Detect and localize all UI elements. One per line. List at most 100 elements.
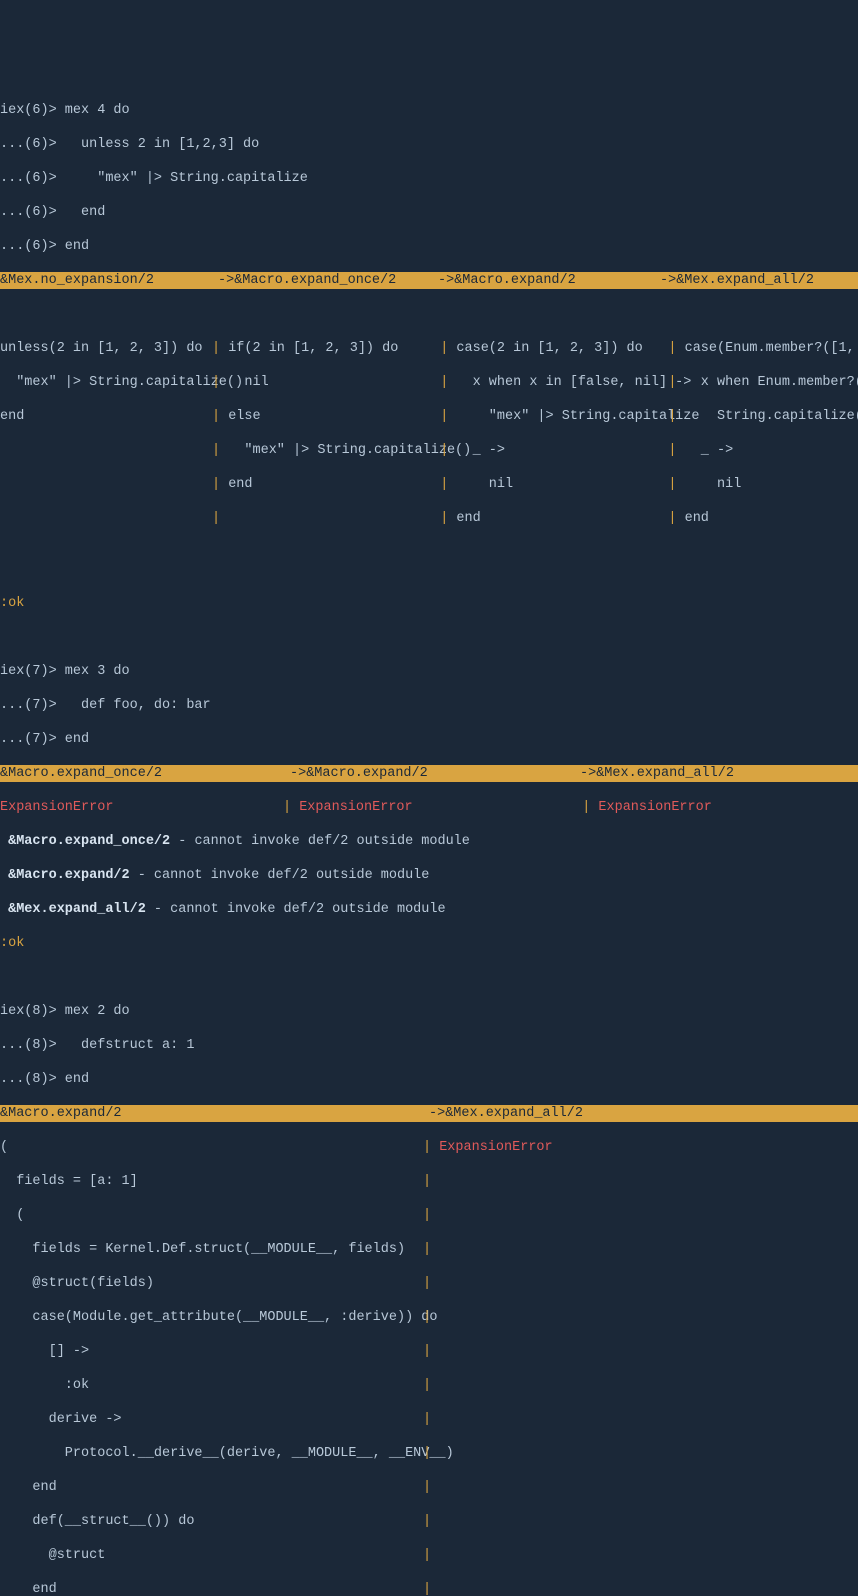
header-col: ->&Mex.expand_all/2	[429, 1105, 583, 1122]
code-cell: end	[228, 476, 440, 493]
column-separator: |	[423, 1446, 431, 1461]
code-cell: Protocol.__derive__(derive, __MODULE__, …	[0, 1445, 423, 1462]
input-line: iex(8)> mex 2 do	[0, 1003, 858, 1020]
column-separator: |	[423, 1242, 431, 1257]
error-source: &Macro.expand/2	[0, 868, 130, 883]
column-separator: |	[440, 409, 456, 424]
column-separator: |	[668, 375, 684, 390]
column-separator: |	[440, 375, 456, 390]
column-separator: |	[668, 443, 684, 458]
code-cell: _ ->	[685, 442, 734, 459]
column-separator: |	[423, 1344, 431, 1359]
code-cell	[228, 510, 440, 527]
ok-result: :ok	[0, 595, 858, 612]
code-cell: if(2 in [1, 2, 3]) do	[228, 340, 440, 357]
code-cell: nil	[456, 476, 668, 493]
code-cell: @struct	[0, 1547, 423, 1564]
expansion-error: ExpansionError	[299, 799, 582, 816]
column-separator: |	[423, 1208, 431, 1223]
error-detail: &Macro.expand/2 - cannot invoke def/2 ou…	[0, 867, 858, 884]
column-separator: |	[283, 800, 299, 815]
column-separator: |	[423, 1514, 431, 1529]
code-cell: nil	[685, 476, 742, 493]
code-cell: fields = Kernel.Def.struct(__MODULE__, f…	[0, 1241, 423, 1258]
code-cell: else	[228, 408, 440, 425]
header-col: ->&Macro.expand/2	[438, 272, 660, 289]
error-message: - cannot invoke def/2 outside module	[170, 834, 470, 849]
header-col: &Macro.expand/2	[0, 1105, 429, 1122]
code-cell: case(Enum.member?([1, 2, 3	[685, 340, 858, 357]
code-cell	[0, 510, 212, 527]
column-separator: |	[423, 1480, 431, 1495]
code-cell: fields = [a: 1]	[0, 1173, 423, 1190]
column-separator: |	[668, 511, 684, 526]
expansion-body: unless(2 in [1, 2, 3]) do| if(2 in [1, 2…	[0, 323, 858, 544]
column-separator: |	[440, 511, 456, 526]
header-col: &Macro.expand_once/2	[0, 765, 290, 782]
column-separator: |	[212, 477, 228, 492]
column-separator: |	[423, 1582, 431, 1596]
header-col: &Mex.no_expansion/2	[0, 272, 218, 289]
code-cell: end	[685, 510, 709, 527]
error-message: - cannot invoke def/2 outside module	[130, 868, 430, 883]
code-cell: nil	[228, 374, 440, 391]
code-cell	[0, 442, 212, 459]
code-cell: x when x in [false, nil] ->	[456, 374, 668, 391]
column-separator: |	[440, 477, 456, 492]
column-separator: |	[423, 1140, 439, 1155]
code-cell: unless(2 in [1, 2, 3]) do	[0, 340, 212, 357]
column-separator: |	[440, 341, 456, 356]
column-separator: |	[423, 1310, 431, 1325]
expansion-error: ExpansionError	[0, 799, 283, 816]
code-cell: end	[0, 1479, 423, 1496]
code-cell: "mex" |> String.capitalize()	[0, 374, 212, 391]
code-cell: x when Enum.member?([fal	[685, 374, 858, 391]
error-detail: &Macro.expand_once/2 - cannot invoke def…	[0, 833, 858, 850]
error-source: &Macro.expand_once/2	[0, 834, 170, 849]
header-col: ->&Mex.expand_all/2	[580, 765, 734, 782]
expansion-header: &Macro.expand_once/2->&Macro.expand/2->&…	[0, 765, 858, 782]
column-separator: |	[423, 1276, 431, 1291]
column-separator: |	[212, 341, 228, 356]
input-line: ...(6)> unless 2 in [1,2,3] do	[0, 136, 858, 153]
input-line: ...(6)> end	[0, 238, 858, 255]
code-cell: _ ->	[456, 442, 668, 459]
column-separator: |	[423, 1174, 431, 1189]
code-cell: String.capitalize("mex	[685, 408, 858, 425]
expansion-row: (| ExpansionError	[0, 1139, 858, 1156]
code-cell: (	[0, 1207, 423, 1224]
column-separator: |	[668, 341, 684, 356]
code-cell: end	[456, 510, 668, 527]
code-cell: :ok	[0, 1377, 423, 1394]
column-separator: |	[668, 409, 684, 424]
code-cell: def(__struct__()) do	[0, 1513, 423, 1530]
code-cell: case(2 in [1, 2, 3]) do	[456, 340, 668, 357]
expansion-error: ExpansionError	[598, 799, 711, 816]
code-cell	[0, 476, 212, 493]
terminal-output: iex(6)> mex 4 do ...(6)> unless 2 in [1,…	[0, 85, 858, 1596]
input-line: ...(6)> end	[0, 204, 858, 221]
header-col: ->&Mex.expand_all/2	[660, 272, 814, 289]
expansion-header: &Mex.no_expansion/2->&Macro.expand_once/…	[0, 272, 858, 289]
column-separator: |	[423, 1378, 431, 1393]
column-separator: |	[212, 409, 228, 424]
code-cell: end	[0, 1581, 423, 1596]
expansion-error: ExpansionError	[439, 1140, 552, 1155]
input-line: ...(6)> "mex" |> String.capitalize	[0, 170, 858, 187]
input-line: ...(8)> end	[0, 1071, 858, 1088]
code-cell: derive ->	[0, 1411, 423, 1428]
error-detail: &Mex.expand_all/2 - cannot invoke def/2 …	[0, 901, 858, 918]
error-row: ExpansionError| ExpansionError| Expansio…	[0, 799, 858, 816]
header-col: ->&Macro.expand_once/2	[218, 272, 438, 289]
column-separator: |	[423, 1548, 431, 1563]
error-source: &Mex.expand_all/2	[0, 902, 146, 917]
column-separator: |	[212, 511, 228, 526]
error-message: - cannot invoke def/2 outside module	[146, 902, 446, 917]
code-cell: [] ->	[0, 1343, 423, 1360]
column-separator: |	[668, 477, 684, 492]
code-cell: @struct(fields)	[0, 1275, 423, 1292]
input-line: ...(7)> end	[0, 731, 858, 748]
code-cell: "mex" |> String.capitalize	[456, 408, 668, 425]
input-line: ...(7)> def foo, do: bar	[0, 697, 858, 714]
expansion-header: &Macro.expand/2->&Mex.expand_all/2	[0, 1105, 858, 1122]
